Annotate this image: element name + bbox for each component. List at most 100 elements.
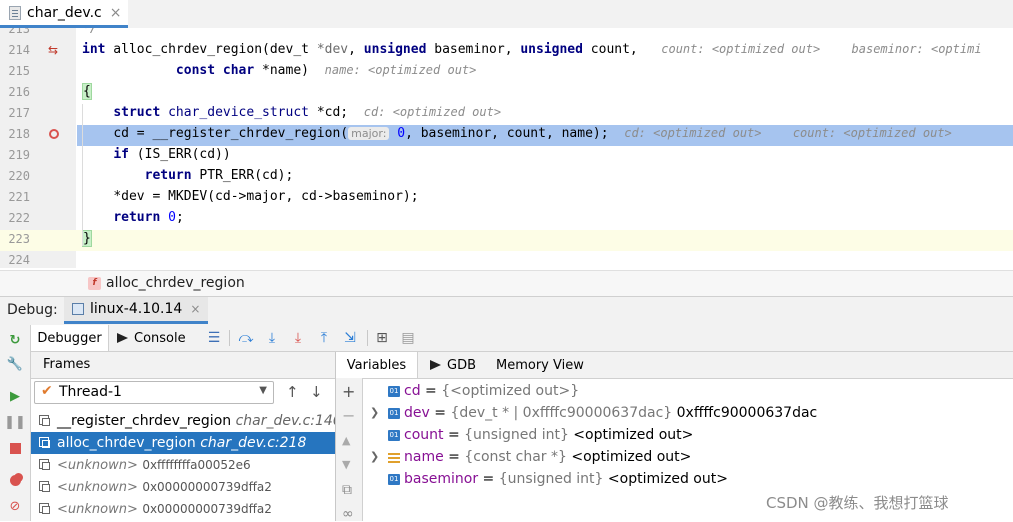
code-line: 224: [0, 251, 1013, 268]
variable-row-cd[interactable]: 01 cd = {<optimized out>}: [366, 381, 1006, 403]
breakpoint-icon[interactable]: [49, 129, 59, 139]
inline-value-hint: cd: <optimized out>: [624, 126, 762, 140]
remove-watch-icon[interactable]: −: [342, 406, 355, 425]
pause-icon[interactable]: ❚❚: [4, 413, 26, 431]
variable-row-dev[interactable]: ❯ 01 dev = {dev_t * | 0xffffc90000637dac…: [366, 403, 1006, 425]
inline-value-hint: count: <optimized out>: [661, 42, 821, 56]
line-number: 222: [8, 211, 30, 225]
tab-gdb[interactable]: GDB: [430, 352, 476, 378]
stack-frame-icon: [39, 459, 50, 470]
show-watches-icon[interactable]: ∞: [342, 506, 354, 522]
settings-wrench-icon[interactable]: 🔧: [6, 355, 24, 373]
frame-item[interactable]: __register_chrdev_region char_dev.c:140: [31, 410, 342, 432]
frame-location: char_dev.c:218: [200, 435, 307, 451]
stop-icon[interactable]: [6, 439, 24, 457]
parameter-hint: major:: [348, 127, 390, 140]
code-text: const char *name) name: <optimized out>: [175, 63, 477, 78]
run-to-cursor-icon[interactable]: ⇲: [341, 329, 359, 347]
inline-value-hint: cd: <optimized out>: [363, 105, 502, 119]
tab-variables[interactable]: Variables: [336, 352, 418, 378]
line-number: 219: [8, 148, 30, 162]
mute-breakpoints-icon[interactable]: ⊘: [6, 497, 24, 515]
force-step-into-icon[interactable]: ⤓: [289, 329, 307, 347]
frame-function: alloc_chrdev_region: [57, 435, 196, 451]
view-breakpoints-icon[interactable]: [6, 471, 24, 489]
variable-name: cd: [404, 383, 421, 399]
previous-frame-arrow-icon[interactable]: ↑: [286, 383, 299, 401]
copy-icon[interactable]: ⧉: [342, 482, 352, 498]
frame-function: __register_chrdev_region: [57, 413, 232, 429]
code-text: *dev = MKDEV(cd->major, cd->baseminor);: [113, 189, 419, 204]
code-line-caret: 223 }: [0, 230, 1013, 251]
step-over-icon[interactable]: ⤼: [237, 329, 255, 347]
expand-chevron-icon[interactable]: ❯: [370, 406, 379, 419]
code-line: 216 {: [0, 83, 1013, 104]
line-number: 223: [8, 232, 30, 246]
breadcrumb-function[interactable]: alloc_chrdev_region: [106, 275, 245, 291]
frame-item[interactable]: <unknown> 0xffffffffa00052e6: [31, 454, 335, 476]
editor-tab-label: char_dev.c: [27, 4, 102, 21]
watermark-text: CSDN @教练、我想打篮球: [766, 494, 949, 512]
expand-chevron-icon[interactable]: ❯: [370, 450, 379, 463]
line-number: 216: [8, 85, 30, 99]
close-tab-icon[interactable]: ×: [110, 5, 122, 21]
move-down-icon[interactable]: ▼: [342, 458, 350, 471]
tab-console[interactable]: Console: [117, 325, 186, 351]
frames-list: __register_chrdev_region char_dev.c:140 …: [31, 410, 342, 521]
step-into-icon[interactable]: ⤓: [263, 329, 281, 347]
variable-icon: 01: [388, 386, 400, 397]
variable-type: {<optimized out>}: [441, 383, 580, 399]
frame-location: 0xffffffffa00052e6: [142, 458, 251, 472]
line-number: 218: [8, 127, 30, 141]
code-line: 222 return 0;: [0, 209, 1013, 230]
frame-function: <unknown>: [57, 480, 138, 495]
tab-variables-label: Variables: [346, 357, 407, 373]
line-number: 220: [8, 169, 30, 183]
thread-dropdown[interactable]: ✔ Thread-1 ▼: [34, 381, 274, 404]
frames-layout-icon[interactable]: ☰: [205, 329, 223, 347]
variable-row-baseminor[interactable]: 01 baseminor = {unsigned int} <optimized…: [366, 469, 1006, 491]
debug-side-toolbar: ↻ 🔧 ▶ ❚❚ ⊘: [0, 325, 31, 521]
frame-item-selected[interactable]: alloc_chrdev_region char_dev.c:218: [31, 432, 335, 454]
editor-tab-bar: char_dev.c ×: [0, 0, 1013, 29]
frame-function: <unknown>: [57, 502, 138, 517]
evaluate-expression-icon[interactable]: ⊞: [373, 329, 391, 347]
frame-item[interactable]: <unknown> 0x00000000739dffa2: [31, 498, 335, 520]
resume-icon[interactable]: ▶: [6, 387, 24, 405]
variable-row-count[interactable]: 01 count = {unsigned int} <optimized out…: [366, 425, 1006, 447]
stack-frame-icon: [39, 481, 50, 492]
trace-icon[interactable]: ▤: [399, 329, 417, 347]
variable-row-name[interactable]: ❯ name = {const char *} <optimized out>: [366, 447, 1006, 469]
step-out-icon[interactable]: ⤒: [315, 329, 333, 347]
code-editor[interactable]: 213 */ 214 ⇆ int alloc_chrdev_region(dev…: [0, 28, 1013, 268]
next-frame-arrow-icon[interactable]: ↓: [310, 383, 323, 401]
code-line-current: 218 cd = __register_chrdev_region(major:…: [0, 125, 1013, 146]
frame-location: 0x00000000739dffa2: [142, 502, 272, 516]
editor-tab-char-dev[interactable]: char_dev.c ×: [0, 0, 128, 28]
variable-type: {dev_t * | 0xffffc90000637dac}: [450, 405, 673, 421]
code-text: */: [82, 28, 98, 36]
add-watch-icon[interactable]: +: [342, 382, 355, 401]
variable-value: 0xffffc90000637dac: [672, 405, 818, 421]
tab-memory-view[interactable]: Memory View: [496, 352, 584, 378]
rerun-icon[interactable]: ↻: [6, 331, 24, 349]
tab-debugger[interactable]: Debugger: [31, 325, 109, 351]
console-icon: [117, 333, 128, 343]
tab-debugger-label: Debugger: [37, 330, 102, 346]
code-text: struct char_device_struct *cd; cd: <opti…: [113, 105, 502, 120]
implementation-arrow-icon[interactable]: ⇆: [48, 43, 58, 57]
run-config-tab[interactable]: linux-4.10.14 ×: [64, 297, 209, 324]
move-up-icon[interactable]: ▲: [342, 434, 350, 447]
variable-type: {unsigned int}: [464, 427, 569, 443]
indent-guide: [82, 104, 83, 246]
code-line: 219 if (IS_ERR(cd)): [0, 146, 1013, 167]
toolbar-separator: [367, 330, 368, 346]
inline-value-hint: baseminor: <optimi: [851, 42, 982, 56]
function-icon: f: [88, 277, 101, 290]
frame-item[interactable]: <unknown> 0x00000000739dffa2: [31, 476, 335, 498]
debug-label: Debug:: [7, 302, 58, 318]
breadcrumb: f alloc_chrdev_region: [0, 270, 1013, 297]
array-variable-icon: [388, 452, 400, 463]
close-icon[interactable]: ×: [190, 302, 200, 316]
chevron-down-icon: ▼: [259, 385, 267, 396]
